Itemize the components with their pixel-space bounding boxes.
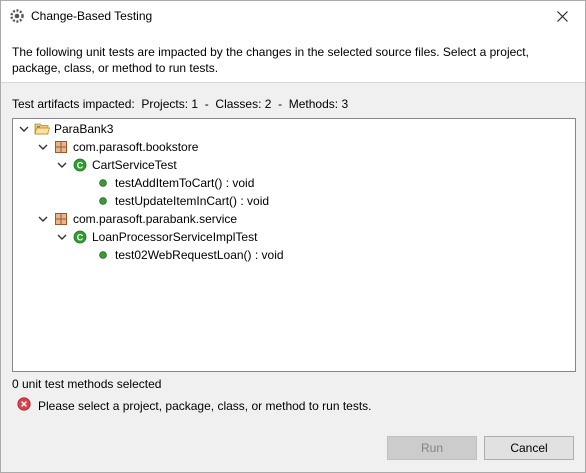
method-label: testUpdateItemInCart() : void <box>115 194 270 208</box>
tree-item-package[interactable]: com.parasoft.bookstore <box>37 138 198 156</box>
package-label: com.parasoft.bookstore <box>73 140 199 154</box>
title-bar: Change-Based Testing <box>1 1 585 32</box>
chevron-down-icon[interactable] <box>56 159 68 171</box>
class-c-icon: C <box>72 229 88 245</box>
chevron-down-icon[interactable] <box>37 141 49 153</box>
tree-item-method[interactable]: testUpdateItemInCart() : void <box>95 192 269 210</box>
dialog-window: Change-Based Testing The following unit … <box>0 0 586 473</box>
chevron-down-icon[interactable] <box>18 123 30 135</box>
class-label: LoanProcessorServiceImplTest <box>92 230 258 244</box>
close-icon <box>556 11 568 22</box>
description-text: The following unit tests are impacted by… <box>12 45 529 75</box>
package-label: com.parasoft.parabank.service <box>73 212 238 226</box>
window-title: Change-Based Testing <box>31 9 153 23</box>
run-button[interactable]: Run <box>387 436 477 460</box>
method-dot-icon <box>95 247 111 263</box>
tree-item-class[interactable]: C LoanProcessorServiceImplTest <box>56 228 257 246</box>
svg-text:C: C <box>77 233 84 243</box>
method-dot-icon <box>95 175 111 191</box>
description-panel: The following unit tests are impacted by… <box>1 32 585 83</box>
tree-item-class[interactable]: C CartServiceTest <box>56 156 177 174</box>
error-message: Please select a project, package, class,… <box>17 397 372 414</box>
chevron-down-icon[interactable] <box>56 231 68 243</box>
method-label: test02WebRequestLoan() : void <box>115 248 284 262</box>
cancel-button[interactable]: Cancel <box>484 436 574 460</box>
test-tree[interactable]: ParaBank3 com.parasoft.bookstore C CartS… <box>12 118 576 372</box>
tree-item-method[interactable]: testAddItemToCart() : void <box>95 174 254 192</box>
settings-gear-icon <box>10 9 24 23</box>
error-icon <box>17 397 31 414</box>
folder-open-icon <box>34 121 50 137</box>
method-dot-icon <box>95 193 111 209</box>
tree-item-method[interactable]: test02WebRequestLoan() : void <box>95 246 284 264</box>
selection-status: 0 unit test methods selected <box>12 377 162 391</box>
error-text: Please select a project, package, class,… <box>38 398 372 413</box>
project-label: ParaBank3 <box>54 122 114 136</box>
close-button[interactable] <box>539 1 585 32</box>
class-c-icon: C <box>72 157 88 173</box>
package-icon <box>53 139 69 155</box>
svg-text:C: C <box>77 161 84 171</box>
package-icon <box>53 211 69 227</box>
impacted-summary: Test artifacts impacted: Projects: 1 - C… <box>12 97 349 111</box>
method-label: testAddItemToCart() : void <box>115 176 255 190</box>
tree-item-project[interactable]: ParaBank3 <box>18 120 113 138</box>
chevron-down-icon[interactable] <box>37 213 49 225</box>
class-label: CartServiceTest <box>92 158 177 172</box>
tree-item-package[interactable]: com.parasoft.parabank.service <box>37 210 237 228</box>
